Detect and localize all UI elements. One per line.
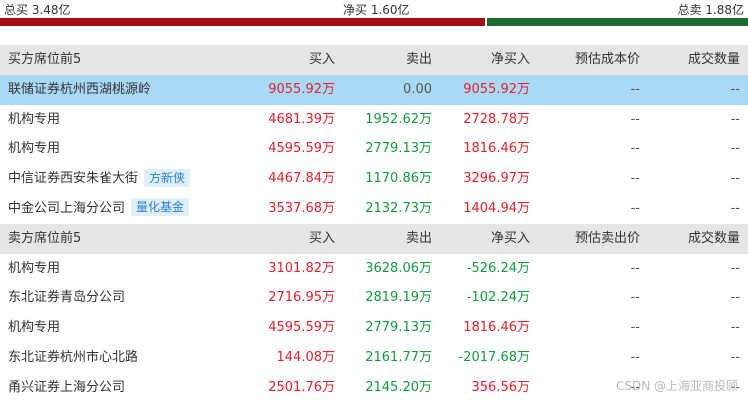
est-cost: -- [630,81,640,97]
seat-name[interactable]: 中信证券西安朱雀大街 [8,171,138,186]
header-buy-seat: 买方席位前5 [8,52,82,67]
table-row[interactable]: 联储证券杭州西湖桃源岭 9055.92万 0.00 9055.92万 -- -- [0,74,748,105]
summary-bar: 总买 3.48亿 净买 1.60亿 总卖 1.88亿 [0,0,748,28]
table-row[interactable]: 东北证券杭州市心北路 144.08万 2161.77万 -2017.68万 --… [0,343,748,373]
net-amount: -102.24万 [466,290,530,306]
net-amount: 1404.94万 [463,200,530,216]
buy-amount: 4595.59万 [268,141,335,157]
header-cost: 预估成本价 [574,52,640,67]
header-sell-price: 预估卖出价 [574,230,640,246]
header-buy: 买入 [308,230,335,246]
trade-qty: -- [730,141,740,157]
seat-name[interactable]: 东北证券青岛分公司 [8,283,125,313]
buy-amount: 2501.76万 [268,379,335,395]
table-row[interactable]: 机构专用 4595.59万 2779.13万 1816.46万 -- -- [0,313,748,343]
dragon-tiger-table: 买方席位前5 买入 卖出 净买入 预估成本价 成交数量 联储证券杭州西湖桃源岭 … [0,45,748,400]
sell-amount: 2161.77万 [365,349,432,365]
trade-qty: -- [730,320,740,336]
buy-amount: 3537.68万 [268,200,335,216]
header-qty: 成交数量 [687,52,740,67]
trade-qty: -- [730,290,740,306]
seat-name[interactable]: 机构专用 [8,134,60,164]
est-sell-price: -- [630,290,640,306]
buy-amount: 144.08万 [276,349,336,365]
buy-table-header: 买方席位前5 买入 卖出 净买入 预估成本价 成交数量 [0,45,748,75]
sell-ratio-fill [487,18,748,26]
net-buy-label: 净买 1.60亿 [343,3,410,17]
trade-qty: -- [730,171,740,187]
buy-ratio-fill [0,18,486,26]
header-sell: 卖出 [405,230,432,246]
est-cost: -- [630,200,640,216]
trade-qty: -- [730,260,740,276]
net-amount: 9055.92万 [463,81,530,97]
buy-sell-ratio-bar [0,18,748,26]
header-buy: 买入 [308,52,335,67]
seat-name[interactable]: 东北证券杭州市心北路 [8,343,138,373]
est-sell-price: -- [630,320,640,336]
sell-amount: 1170.86万 [365,171,432,187]
total-sell-label: 总卖 1.88亿 [677,3,744,17]
trade-qty: -- [730,200,740,216]
seat-name-with-badge[interactable]: 中金公司上海分公司 量化基金 [8,194,190,224]
buy-amount: 4681.39万 [268,111,335,127]
seat-name[interactable]: 中金公司上海分公司 [8,201,125,216]
buy-amount: 9055.92万 [268,81,335,97]
watermark: CSDN @上海亚商投顾 [615,379,738,393]
seat-name-with-badge[interactable]: 中信证券西安朱雀大街 方新侠 [8,164,191,194]
table-row[interactable]: 中金公司上海分公司 量化基金 3537.68万 2132.73万 1404.94万… [0,194,748,224]
total-buy-label: 总买 3.48亿 [4,3,71,17]
net-amount: 1816.46万 [463,141,530,157]
sell-amount: 1952.62万 [365,111,432,127]
buy-amount: 2716.95万 [268,290,335,306]
sell-amount: 0.00 [403,81,432,97]
sell-amount: 2779.13万 [365,141,432,157]
est-cost: -- [630,171,640,187]
net-amount: 2728.78万 [463,111,530,127]
trader-tag-badge[interactable]: 方新侠 [144,168,191,187]
seat-name[interactable]: 联储证券杭州西湖桃源岭 [8,75,151,105]
buy-amount: 4467.84万 [268,171,335,187]
buy-amount: 4595.59万 [268,320,335,336]
net-amount: 3296.97万 [463,171,530,187]
header-sell: 卖出 [405,52,432,67]
trade-qty: -- [730,349,740,365]
net-amount: -2017.68万 [458,349,530,365]
seat-name[interactable]: 机构专用 [8,313,60,343]
table-row[interactable]: 东北证券青岛分公司 2716.95万 2819.19万 -102.24万 -- … [0,283,748,313]
est-cost: -- [630,111,640,127]
seat-name[interactable]: 机构专用 [8,105,60,135]
sell-table-header: 卖方席位前5 买入 卖出 净买入 预估卖出价 成交数量 [0,223,748,254]
buy-amount: 3101.82万 [268,260,335,276]
sell-amount: 2819.19万 [365,290,432,306]
header-qty: 成交数量 [687,230,740,246]
trader-tag-badge[interactable]: 量化基金 [131,198,190,217]
header-sell-seat: 卖方席位前5 [8,230,82,246]
sell-amount: 2132.73万 [365,200,432,216]
net-amount: -526.24万 [466,260,530,276]
est-sell-price: -- [630,349,640,365]
header-net: 净买入 [490,52,530,67]
sell-amount: 2145.20万 [365,379,432,395]
table-row[interactable]: 机构专用 4681.39万 1952.62万 2728.78万 -- -- [0,105,748,135]
seat-name[interactable]: 机构专用 [8,254,60,284]
seat-name[interactable]: 甬兴证券上海分公司 [8,373,125,400]
header-net: 净买入 [490,230,530,246]
est-sell-price: -- [630,260,640,276]
table-row[interactable]: 机构专用 4595.59万 2779.13万 1816.46万 -- -- [0,134,748,164]
trade-qty: -- [730,111,740,127]
table-row[interactable]: 中信证券西安朱雀大街 方新侠 4467.84万 1170.86万 3296.97万… [0,164,748,194]
trade-qty: -- [730,81,740,97]
sell-amount: 3628.06万 [365,260,432,276]
table-row[interactable]: 机构专用 3101.82万 3628.06万 -526.24万 -- -- [0,254,748,284]
net-amount: 356.56万 [471,379,531,395]
sell-amount: 2779.13万 [365,320,432,336]
est-cost: -- [630,141,640,157]
net-amount: 1816.46万 [463,320,530,336]
